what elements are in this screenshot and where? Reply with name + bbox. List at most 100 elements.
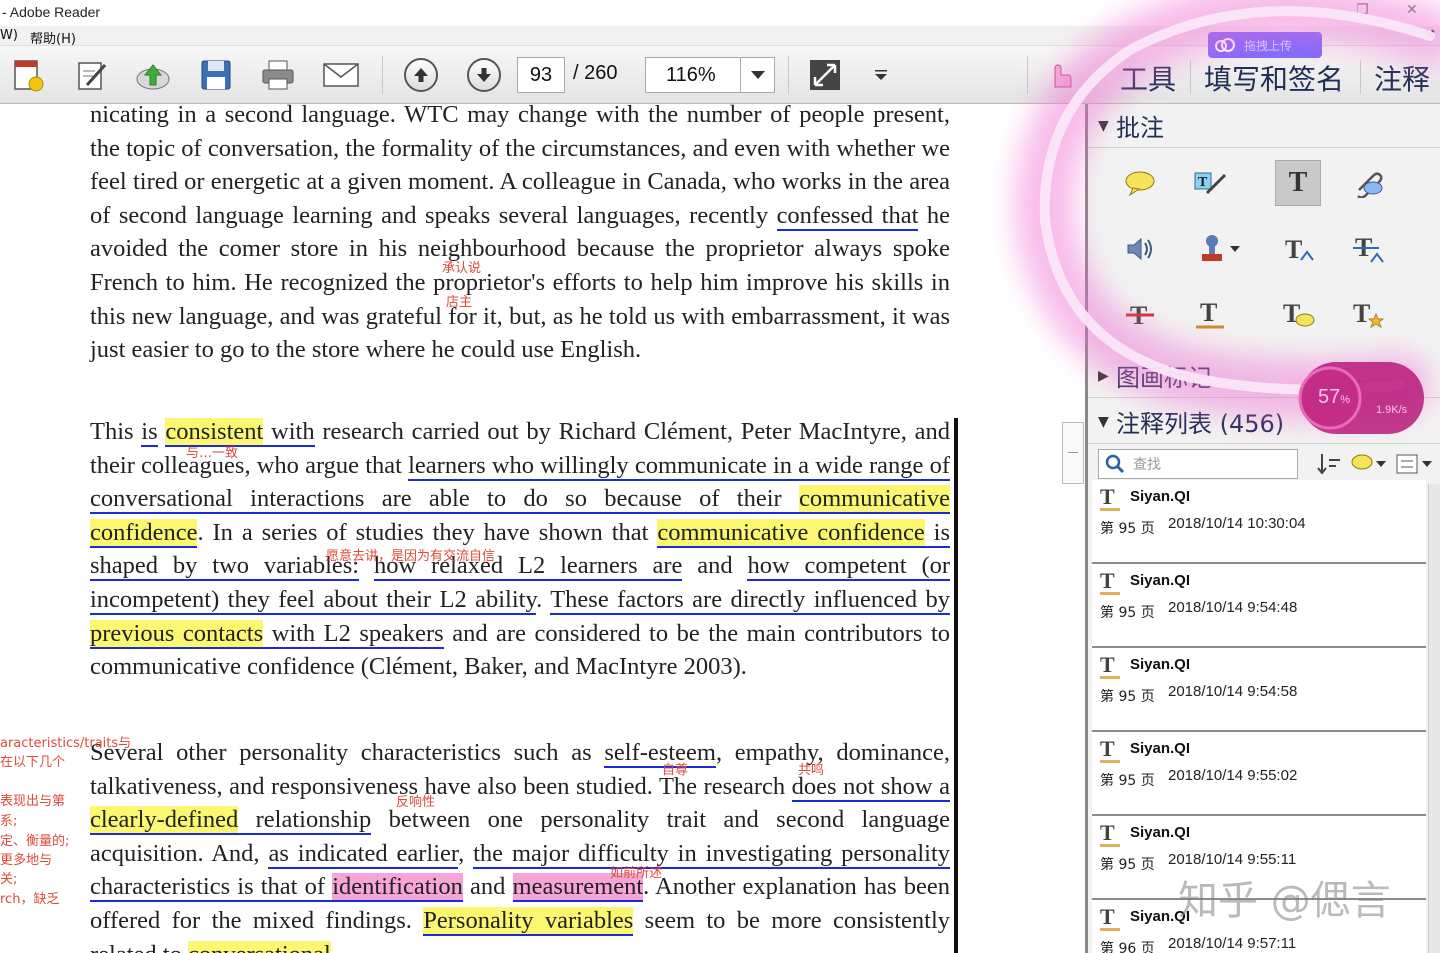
stamp-icon[interactable] (1192, 226, 1252, 272)
print-icon[interactable] (258, 56, 298, 94)
upload-cloud-icon[interactable] (133, 56, 173, 94)
comment-panel: ▼ 批注 T T T T T T T T ▶ 图画标记 ▼ 注释列表 (456) (1085, 104, 1440, 953)
attach-file-icon[interactable] (1345, 160, 1391, 206)
svg-text:T: T (1198, 175, 1208, 190)
splitter-handle[interactable] (1062, 422, 1084, 484)
watermark: 知乎 @偲言 (1178, 878, 1391, 924)
zoom-value: 116% (666, 64, 716, 86)
annotated-text: communicative confidence (657, 518, 925, 548)
menu-item-window[interactable]: W) (0, 28, 18, 43)
margin-note: aracteristics/traits与 (0, 736, 132, 751)
comment-page: 第 96 页 (1100, 941, 1155, 953)
toolbar-separator (788, 56, 789, 94)
page-total: / 260 (573, 62, 618, 84)
section-annotate-header[interactable]: ▼ 批注 (1088, 104, 1440, 148)
menu-item-help[interactable]: 帮助(H) (30, 28, 76, 47)
annotated-text: Personality variables (423, 906, 634, 936)
toolbar-menu-icon[interactable] (861, 56, 901, 94)
search-placeholder: 查找 (1133, 457, 1161, 473)
section-annotate-label: 批注 (1116, 114, 1164, 142)
comment-item[interactable]: T Siyan.QI 第 95 页 2018/10/14 9:55:02 (1092, 732, 1426, 816)
comment-item[interactable]: T Siyan.QI 第 95 页 2018/10/14 10:30:04 (1092, 480, 1426, 564)
annotation-note: 店主 (446, 295, 473, 310)
speed-percent-unit: % (1340, 394, 1351, 406)
save-icon[interactable] (196, 56, 236, 94)
svg-text:T: T (1285, 235, 1302, 264)
search-icon (1105, 454, 1125, 474)
text-size-icon[interactable]: T (1275, 226, 1321, 272)
text-run: and (682, 552, 748, 580)
close-window-icon[interactable]: ✕ (1406, 2, 1418, 18)
tab-tools[interactable]: 工具 (1120, 58, 1176, 98)
comment-list-scrollbar[interactable] (1428, 484, 1440, 953)
text-run: . In a series of studies they have shown… (197, 518, 658, 546)
annotation-note: 与…一致 (186, 446, 239, 461)
annotated-text: conversational (187, 940, 331, 953)
annotated-text: is (141, 418, 158, 447)
margin-note: 系; (0, 814, 18, 829)
strikethrough-icon[interactable]: T (1117, 292, 1163, 338)
audio-icon[interactable] (1117, 226, 1163, 272)
tab-separator (1360, 60, 1361, 94)
comment-time: 2018/10/14 10:30:04 (1168, 515, 1306, 532)
svg-text:T: T (1353, 300, 1370, 328)
speed-rate: 1.9K/s (1376, 404, 1408, 416)
annotated-text: self-esteem (604, 739, 716, 768)
comment-author[interactable]: Siyan.QI (1130, 656, 1190, 673)
next-page-button[interactable] (464, 56, 504, 94)
annotation-note: 共鸣 (798, 763, 825, 778)
annotated-text: relationship (238, 806, 372, 836)
comment-time: 2018/10/14 9:55:11 (1168, 851, 1297, 868)
annotated-text: with L2 speakers (263, 619, 444, 649)
chevron-down-icon[interactable] (740, 58, 774, 92)
full-screen-icon[interactable] (805, 56, 845, 94)
restore-icon[interactable]: ❐ (1356, 2, 1369, 18)
toolbar-separator (382, 56, 383, 94)
previous-page-button[interactable] (401, 56, 441, 94)
hand-sign-icon[interactable] (1040, 56, 1080, 94)
highlight-star-icon[interactable]: T (1345, 292, 1391, 338)
comment-page: 第 95 页 (1100, 857, 1155, 873)
text-comment-type-icon: T (1100, 820, 1120, 847)
comment-page: 第 95 页 (1100, 605, 1155, 621)
window-title: - Adobe Reader (2, 4, 101, 20)
annotated-text: as indicated earlier (268, 839, 459, 869)
page-number-input[interactable]: 93 (517, 57, 565, 93)
text-run: Several other personality characteristic… (90, 739, 605, 766)
zoom-select[interactable]: 116% (645, 57, 775, 93)
margin-note: rch，缺乏 (0, 892, 60, 907)
margin-note: 关; (0, 872, 18, 887)
comment-time: 2018/10/14 9:55:02 (1168, 767, 1298, 784)
section-drawing-header[interactable]: ▶ 图画标记 (1088, 354, 1440, 398)
close-document-icon[interactable]: ✖ (1423, 26, 1436, 44)
comment-page: 第 95 页 (1100, 773, 1155, 789)
comment-search-input[interactable]: 查找 (1098, 449, 1298, 479)
comment-item[interactable]: T Siyan.QI 第 95 页 2018/10/14 9:54:58 (1092, 648, 1426, 732)
comment-author[interactable]: Siyan.QI (1130, 572, 1190, 589)
comment-author[interactable]: Siyan.QI (1130, 740, 1190, 757)
add-text-tool[interactable]: T (1275, 160, 1321, 206)
tab-comment[interactable]: 注释 (1374, 58, 1430, 98)
comment-author[interactable]: Siyan.QI (1130, 824, 1190, 841)
document-view[interactable]: nicating in a second language. WTC may c… (0, 104, 1085, 953)
tab-fill-sign[interactable]: 填写和签名 (1204, 58, 1344, 98)
svg-text:T: T (1200, 299, 1217, 327)
text-comment-icon[interactable]: T (1275, 292, 1321, 338)
comment-item[interactable]: T Siyan.QI 第 95 页 2018/10/14 9:54:48 (1092, 564, 1426, 648)
sticky-note-icon[interactable] (1117, 160, 1163, 206)
comment-time: 2018/10/14 9:57:11 (1168, 935, 1297, 952)
speed-percent-value: 57 (1317, 386, 1341, 408)
insert-text-icon[interactable]: T (1345, 226, 1391, 272)
annotation-note: 反响性 (396, 795, 436, 810)
cloud-icon (1215, 38, 1235, 52)
text-comment-type-icon: T (1100, 484, 1120, 511)
page-edge-line (954, 418, 958, 953)
create-pdf-icon[interactable] (8, 56, 48, 94)
upload-badge[interactable]: 拖拽上传 (1208, 32, 1322, 58)
edit-text-icon[interactable]: T (1187, 160, 1233, 206)
email-icon[interactable] (321, 56, 361, 94)
comment-author[interactable]: Siyan.QI (1130, 488, 1190, 505)
underline-icon[interactable]: T (1187, 292, 1233, 338)
edit-document-icon[interactable] (72, 56, 112, 94)
annotated-text: previous contacts (90, 619, 264, 649)
